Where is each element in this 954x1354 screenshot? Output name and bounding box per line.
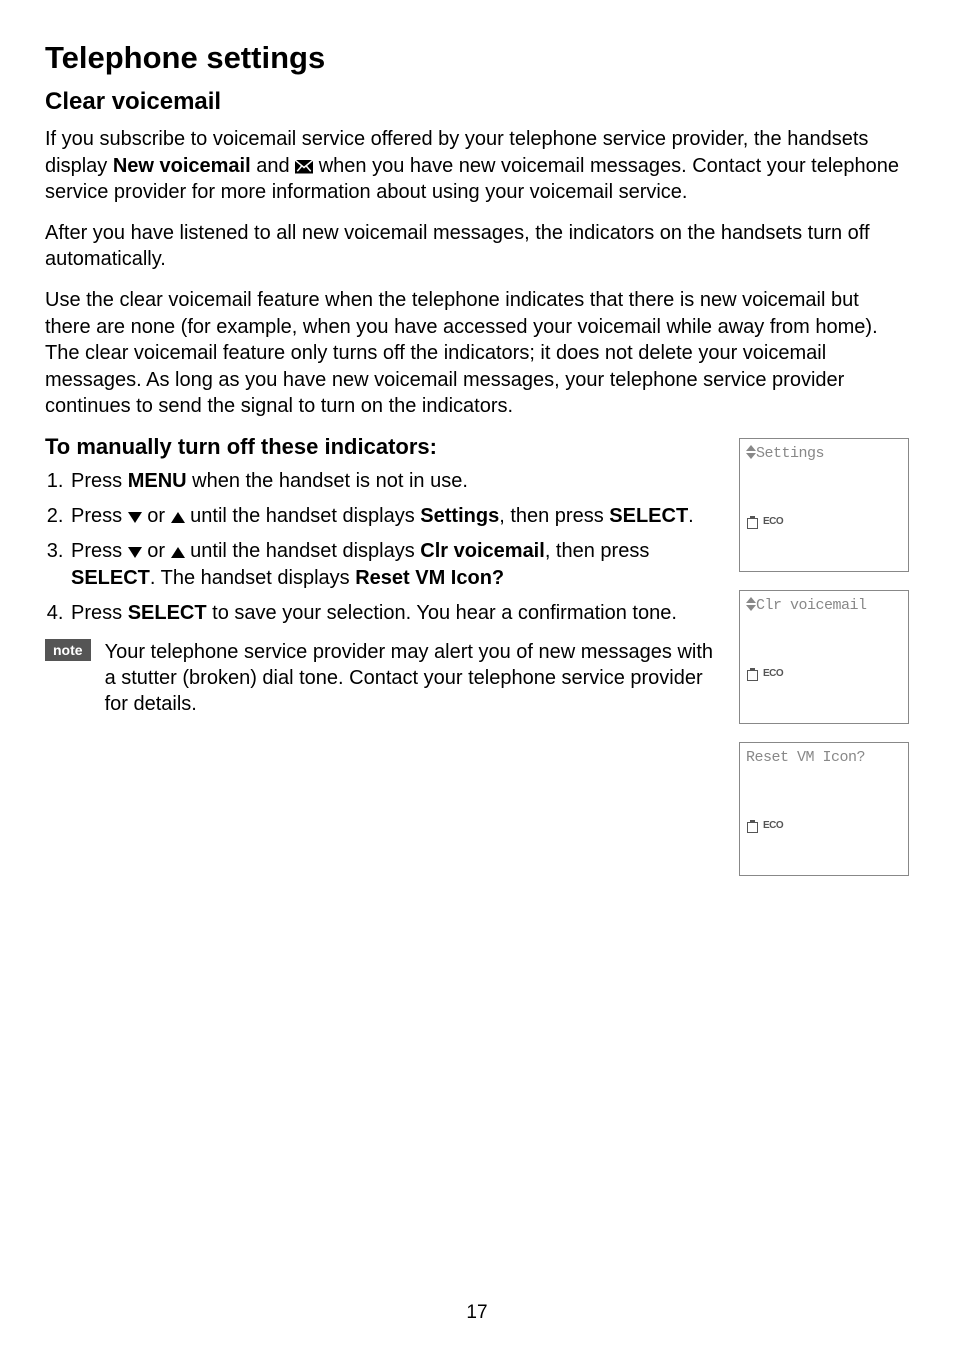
- envelope-icon: [295, 155, 313, 169]
- battery-icon: [746, 514, 759, 529]
- menu-key: MENU: [128, 470, 187, 492]
- text-fragment: Press: [71, 602, 128, 624]
- screen-text: Clr voicemail: [756, 597, 867, 614]
- text-fragment: or: [142, 505, 171, 527]
- eco-indicator: ECO: [763, 668, 783, 679]
- settings-label: Settings: [420, 505, 499, 527]
- note-badge: note: [45, 639, 91, 661]
- screen-text: Reset VM Icon?: [746, 749, 865, 766]
- select-key: SELECT: [128, 602, 207, 624]
- eco-indicator: ECO: [763, 820, 783, 831]
- step-3: Press or until the handset displays Clr …: [69, 538, 727, 592]
- text-fragment: . The handset displays: [150, 567, 355, 589]
- step-2: Press or until the handset displays Sett…: [69, 503, 727, 530]
- screen-text: Settings: [756, 445, 824, 462]
- updown-icon: [746, 597, 756, 611]
- page-title: Telephone settings: [45, 40, 909, 76]
- text-fragment: to save your selection. You hear a confi…: [207, 602, 677, 624]
- subheading: To manually turn off these indicators:: [45, 434, 727, 460]
- step-4: Press SELECT to save your selection. You…: [69, 600, 727, 627]
- intro-paragraph-3: Use the clear voicemail feature when the…: [45, 287, 909, 420]
- battery-icon: [746, 666, 759, 681]
- battery-icon: [746, 818, 759, 833]
- section-heading: Clear voicemail: [45, 88, 909, 116]
- page-number: 17: [0, 1302, 954, 1324]
- text-fragment: and: [251, 155, 295, 177]
- handset-display-settings: Settings ECO: [739, 438, 909, 572]
- steps-list: Press MENU when the handset is not in us…: [45, 468, 727, 627]
- text-fragment: .: [688, 505, 694, 527]
- intro-paragraph-2: After you have listened to all new voice…: [45, 220, 909, 273]
- text-fragment: Press: [71, 505, 128, 527]
- text-fragment: or: [142, 540, 171, 562]
- reset-vm-label: Reset VM Icon?: [355, 567, 504, 589]
- up-arrow-icon: [171, 547, 185, 558]
- handset-display-reset-vm: Reset VM Icon? ECO: [739, 742, 909, 876]
- down-arrow-icon: [128, 512, 142, 523]
- text-fragment: when the handset is not in use.: [187, 470, 468, 492]
- down-arrow-icon: [128, 547, 142, 558]
- text-fragment: until the handset displays: [185, 540, 421, 562]
- note-text: Your telephone service provider may aler…: [105, 639, 727, 717]
- up-arrow-icon: [171, 512, 185, 523]
- step-1: Press MENU when the handset is not in us…: [69, 468, 727, 495]
- select-key: SELECT: [609, 505, 688, 527]
- handset-display-clr-voicemail: Clr voicemail ECO: [739, 590, 909, 724]
- updown-icon: [746, 445, 756, 459]
- new-voicemail-label: New voicemail: [113, 155, 251, 177]
- text-fragment: , then press: [545, 540, 650, 562]
- intro-paragraph-1: If you subscribe to voicemail service of…: [45, 126, 909, 206]
- select-key: SELECT: [71, 567, 150, 589]
- clr-voicemail-label: Clr voicemail: [420, 540, 545, 562]
- note-block: note Your telephone service provider may…: [45, 639, 727, 717]
- text-fragment: , then press: [499, 505, 609, 527]
- text-fragment: Press: [71, 540, 128, 562]
- text-fragment: Press: [71, 470, 128, 492]
- eco-indicator: ECO: [763, 516, 783, 527]
- text-fragment: until the handset displays: [185, 505, 421, 527]
